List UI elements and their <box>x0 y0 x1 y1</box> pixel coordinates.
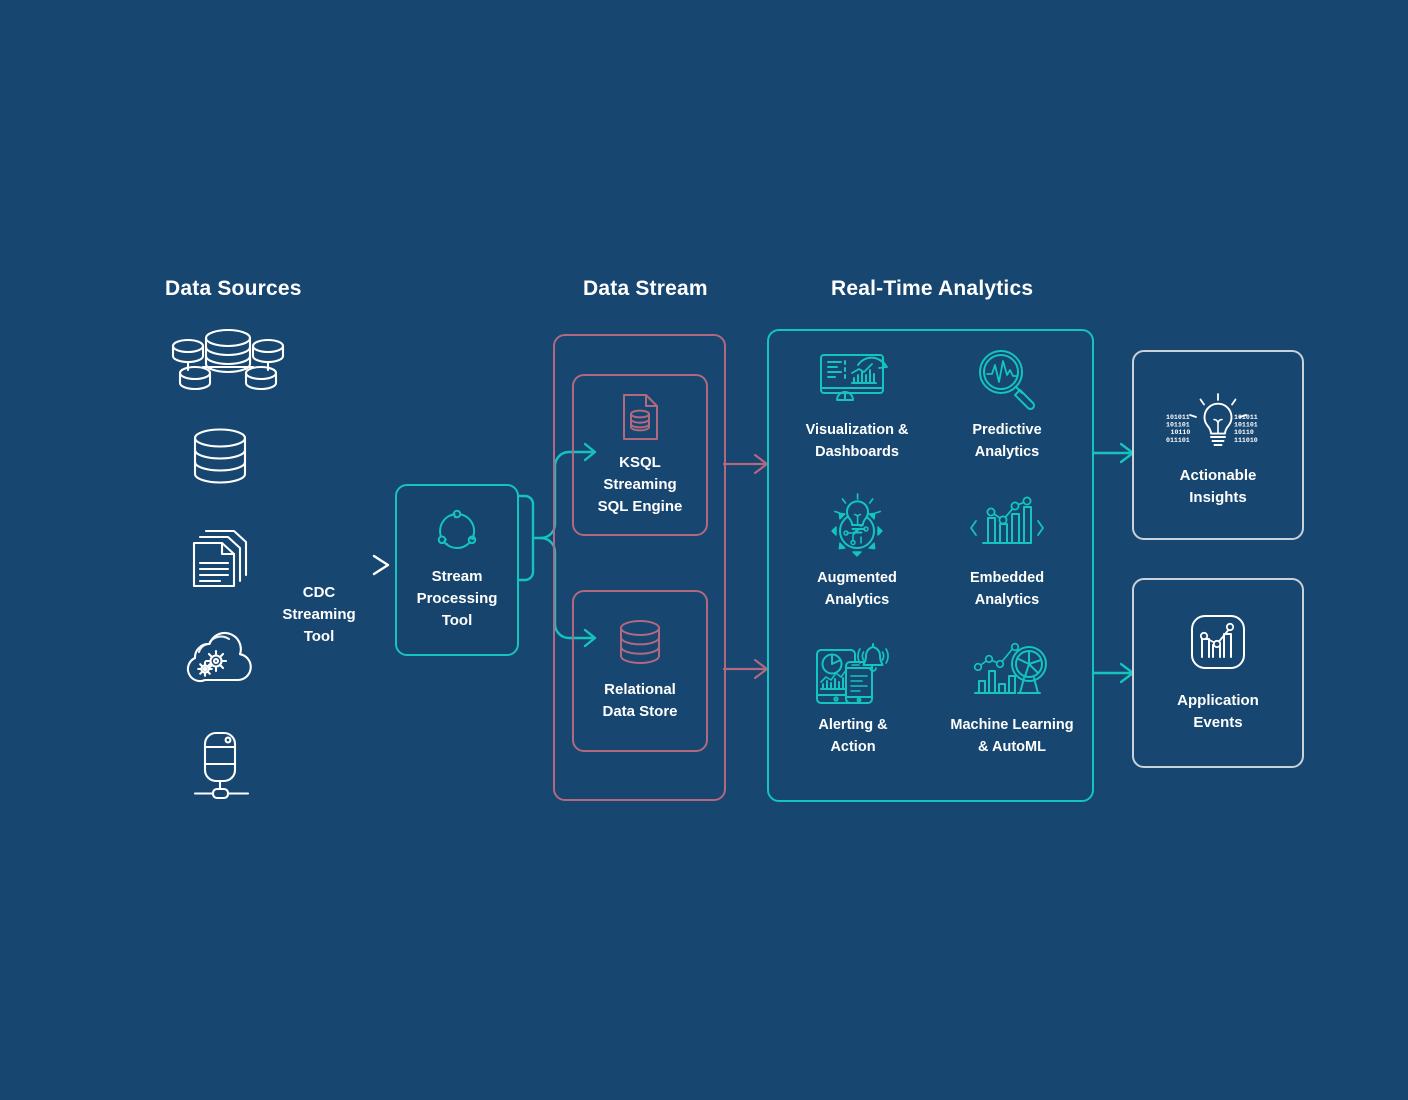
analytics-item-predictive-analytics[interactable]: Predictive Analytics <box>932 345 1082 464</box>
ksql-label: KSQL Streaming SQL Engine <box>597 454 683 515</box>
analytics-item-embedded-analytics[interactable]: Embedded Analytics <box>932 493 1082 612</box>
database-cylinder-icon <box>617 619 663 667</box>
magnifier-pulse-icon <box>976 345 1038 411</box>
stream-processing-tool-label: Stream Processing Tool <box>416 568 498 629</box>
svg-text:101101: 101101 <box>1234 422 1258 429</box>
documents-stack-icon <box>190 525 250 589</box>
analytics-item-alerting-action[interactable]: Alerting & Action <box>778 640 928 759</box>
cdc-arrow <box>260 554 390 576</box>
pink-arrow-top <box>722 453 769 475</box>
actionable-insights-box[interactable]: 101011 101101 10110 011101 101011 101101… <box>1132 350 1304 540</box>
circular-process-icon <box>433 508 481 554</box>
lightbulb-gear-icon <box>823 493 891 559</box>
actionable-insights-label: Actionable Insights <box>1179 467 1257 506</box>
document-database-icon <box>620 392 660 442</box>
distributed-databases-icon <box>171 328 285 391</box>
svg-text:101011: 101011 <box>1166 414 1190 421</box>
database-cylinder-icon <box>192 428 248 486</box>
app-chart-icon <box>1186 612 1250 674</box>
relational-data-store-label: Relational Data Store <box>602 681 678 720</box>
lightbulb-binary-icon: 101011 101101 10110 011101 101011 101101… <box>1166 381 1270 451</box>
bar-chart-brackets-icon <box>970 493 1044 559</box>
column-title-data-stream: Data Stream <box>583 277 708 300</box>
analytics-label: Visualization & Dashboards <box>805 422 909 460</box>
column-title-data-sources: Data Sources <box>165 277 302 300</box>
analytics-label: Alerting & Action <box>818 717 888 755</box>
application-events-label: Application Events <box>1177 692 1259 731</box>
analytics-item-augmented-analytics[interactable]: Augmented Analytics <box>782 493 932 612</box>
application-events-box[interactable]: Application Events <box>1132 578 1304 768</box>
diagram-canvas: Data Sources Data Stream Real-Time Analy… <box>0 0 1408 1100</box>
svg-text:10110: 10110 <box>1234 429 1254 436</box>
svg-text:10110: 10110 <box>1171 429 1191 436</box>
analytics-item-visualization-dashboards[interactable]: Visualization & Dashboards <box>782 345 932 464</box>
ksql-streaming-sql-engine-box[interactable]: KSQL Streaming SQL Engine <box>572 374 708 536</box>
svg-text:101101: 101101 <box>1166 422 1190 429</box>
column-title-real-time-analytics: Real-Time Analytics <box>831 277 1034 300</box>
stream-processing-tool-box[interactable]: Stream Processing Tool <box>395 484 519 656</box>
svg-text:101011: 101011 <box>1234 414 1258 421</box>
analytics-label: Embedded Analytics <box>969 570 1045 608</box>
monitor-dashboard-icon <box>818 345 896 411</box>
svg-text:011101: 011101 <box>1166 437 1190 444</box>
cdc-streaming-tool-label: CDC Streaming Tool <box>282 584 356 645</box>
pink-arrow-bottom <box>722 658 769 680</box>
analytics-item-machine-learning-automl[interactable]: Machine Learning & AutoML <box>932 640 1092 759</box>
relational-data-store-box[interactable]: Relational Data Store <box>572 590 708 752</box>
analytics-label: Predictive Analytics <box>972 422 1042 460</box>
analytics-label: Augmented Analytics <box>817 570 897 608</box>
network-server-icon <box>192 730 254 802</box>
analytics-label: Machine Learning & AutoML <box>950 717 1074 755</box>
tablet-phone-bell-icon <box>812 640 894 706</box>
cloud-gears-icon <box>185 628 257 684</box>
chart-magnifier-pie-icon <box>972 640 1052 706</box>
svg-text:111010: 111010 <box>1234 437 1258 444</box>
